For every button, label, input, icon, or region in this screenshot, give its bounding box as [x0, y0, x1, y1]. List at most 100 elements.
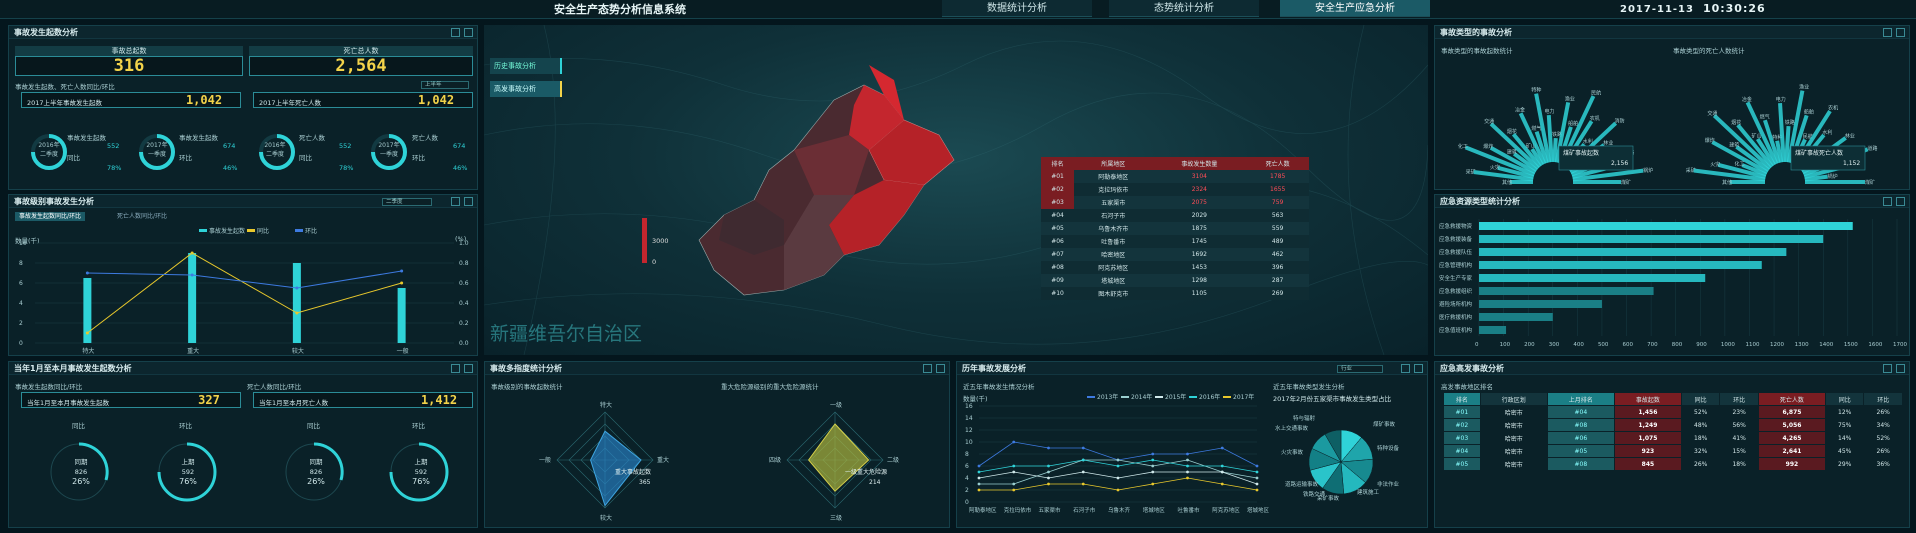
expand-icon[interactable]	[1896, 364, 1905, 373]
industry-select[interactable]: 行业	[1337, 365, 1383, 373]
g-text: 上期 592 76%	[179, 458, 197, 486]
pie-label: 煤矿事故	[1373, 420, 1396, 428]
export-icon[interactable]	[451, 364, 460, 373]
tab-emergency[interactable]: 安全生产应急分析	[1280, 0, 1430, 17]
panel-title: 应急资源类型统计分析	[1440, 197, 1520, 206]
fan-label: 火灾	[1490, 164, 1500, 171]
table-cell: 12%	[1824, 405, 1865, 419]
right-label: 2017上半年死亡人数	[259, 99, 322, 107]
fan-label: 水利	[1822, 129, 1832, 136]
export-icon[interactable]	[1883, 364, 1892, 373]
table-cell: #08	[1546, 418, 1615, 432]
table-cell: 1,075	[1613, 431, 1682, 445]
x-tick: 五家渠市	[1039, 506, 1062, 514]
tab-trend-stats[interactable]: 态势统计分析	[1109, 0, 1259, 17]
period-select[interactable]: 上半年	[421, 81, 469, 89]
panel-title: 应急高发事故分析	[1440, 364, 1504, 373]
table-row[interactable]: #10 图木舒克市 1105 269	[1041, 287, 1309, 300]
g-text: 上期 592 76%	[412, 458, 430, 486]
table-row[interactable]: #02 哈密市 #08 1,249 48% 56% 5,056 75% 34%	[1443, 418, 1903, 432]
table-row[interactable]: #05 乌鲁木齐市 1875 559	[1041, 222, 1309, 235]
table-cell: 1875	[1191, 225, 1207, 232]
xinjiang-map	[698, 65, 955, 296]
expand-icon[interactable]	[1414, 364, 1423, 373]
table-row[interactable]: #02 克拉玛依市 2324 1655	[1041, 183, 1309, 196]
table-cell: 845	[1613, 457, 1682, 471]
y-tick: 10	[965, 439, 973, 446]
tab-high[interactable]: 高发事故分析	[490, 81, 562, 97]
point	[1255, 464, 1259, 468]
x-tick: 克拉玛依市	[1004, 506, 1032, 514]
table-row[interactable]: #01 阿勒泰地区 3104 1785	[1041, 170, 1309, 183]
expand-icon[interactable]	[464, 28, 473, 37]
y-tick: 医疗救援机构	[1439, 313, 1473, 321]
table-row[interactable]: #04 哈密市 #05 923 32% 15% 2,641 45% 26%	[1443, 444, 1903, 458]
tooltip: 煤矿事故死亡人数	[1795, 149, 1843, 157]
table-cell: 48%	[1680, 418, 1721, 432]
expand-icon[interactable]	[464, 364, 473, 373]
table-row[interactable]: #05 哈密市 #08 845 26% 18% 992 29% 36%	[1443, 457, 1903, 471]
quarter-select[interactable]: 二季度	[382, 198, 432, 206]
table-cell: 哈密市	[1479, 405, 1548, 419]
table-row[interactable]: #09 塔城地区 1298 287	[1041, 274, 1309, 287]
table-row[interactable]: #03 哈密市 #06 1,075 18% 41% 4,265 14% 52%	[1443, 431, 1903, 445]
table-row[interactable]: #01 哈密市 #04 1,456 52% 23% 6,875 12% 26%	[1443, 405, 1903, 419]
point	[977, 488, 981, 492]
table-header[interactable]: 行政区划	[1479, 392, 1548, 406]
legend-swatch	[1189, 396, 1197, 398]
table-cell: 2,641	[1757, 444, 1826, 458]
table-header[interactable]: 死亡人数	[1757, 392, 1826, 406]
death-label: 死亡总人数	[249, 46, 473, 56]
table-row[interactable]: #08 阿克苏地区 1453 396	[1041, 261, 1309, 274]
table-cell: 2029	[1191, 212, 1207, 219]
panel-title: 事故类型的事故分析	[1440, 28, 1512, 37]
expand-icon[interactable]	[464, 197, 473, 206]
export-icon[interactable]	[923, 364, 932, 373]
table-cell: 52%	[1680, 405, 1721, 419]
expand-icon[interactable]	[1896, 28, 1905, 37]
radar-tip: 一级重大危险源	[845, 468, 887, 476]
table-header[interactable]: 事故起数	[1613, 392, 1682, 406]
point	[1186, 458, 1189, 462]
tab-count[interactable]: 事故发生起数同比/环比	[15, 212, 86, 221]
fan-label: 渔业	[1565, 96, 1575, 103]
table-row[interactable]: #06 吐鲁番市 1745 489	[1041, 235, 1309, 248]
table-header[interactable]: 环比	[1719, 392, 1759, 406]
table-cell: 5,056	[1757, 418, 1826, 432]
table-cell: 269	[1271, 290, 1284, 297]
table-header[interactable]: 上月排名	[1546, 392, 1615, 406]
y-tick: 安全生产专家	[1439, 274, 1473, 282]
high-accident-panel: 应急高发事故分析 高发事故地区排名 排名 行政区划 上月排名 事故起数 同比 环比 死亡人数…	[1434, 361, 1910, 528]
tab-death[interactable]: 死亡人数同比/环比	[113, 212, 171, 221]
table-cell: #08	[1051, 264, 1064, 271]
table-cell: #02	[1443, 418, 1481, 432]
table-cell: 1453	[1191, 264, 1207, 271]
fan-label: 煤矿	[1865, 179, 1875, 186]
export-icon[interactable]	[1883, 197, 1892, 206]
table-row[interactable]: #07 哈密地区 1692 462	[1041, 248, 1309, 261]
export-icon[interactable]	[1401, 364, 1410, 373]
radar-tip: 214	[869, 479, 881, 486]
export-icon[interactable]	[451, 197, 460, 206]
x-tick: 900	[1696, 342, 1707, 348]
date: 2017-11-13	[1620, 4, 1694, 15]
bar	[1479, 300, 1602, 308]
point	[1047, 482, 1050, 486]
fan-label: 火灾	[1710, 161, 1720, 168]
tab-data-stats[interactable]: 数据统计分析	[942, 0, 1092, 17]
level-chart: 0 0.0 2 0.2 4 0.4 6 0.6 8 0.8 10 1.0 事故发生起数 同比 环比特大 重大 较…	[19, 227, 469, 355]
table-header[interactable]: 同比	[1824, 392, 1865, 406]
tab-history[interactable]: 历史事故分析	[490, 58, 562, 74]
export-icon[interactable]	[451, 28, 460, 37]
table-header[interactable]: 环比	[1863, 392, 1903, 406]
tooltip: 煤矿事故起数	[1563, 149, 1599, 157]
pie-label: 建筑施工	[1357, 488, 1380, 496]
expand-icon[interactable]	[936, 364, 945, 373]
table-row[interactable]: #04 石河子市 2029 563	[1041, 209, 1309, 222]
table-row[interactable]: #03 五家渠市 2075 759	[1041, 196, 1309, 209]
export-icon[interactable]	[1883, 28, 1892, 37]
expand-icon[interactable]	[1896, 197, 1905, 206]
table-header[interactable]: 排名	[1443, 392, 1481, 406]
y-tick: 4	[965, 475, 969, 482]
table-header[interactable]: 同比	[1680, 392, 1721, 406]
